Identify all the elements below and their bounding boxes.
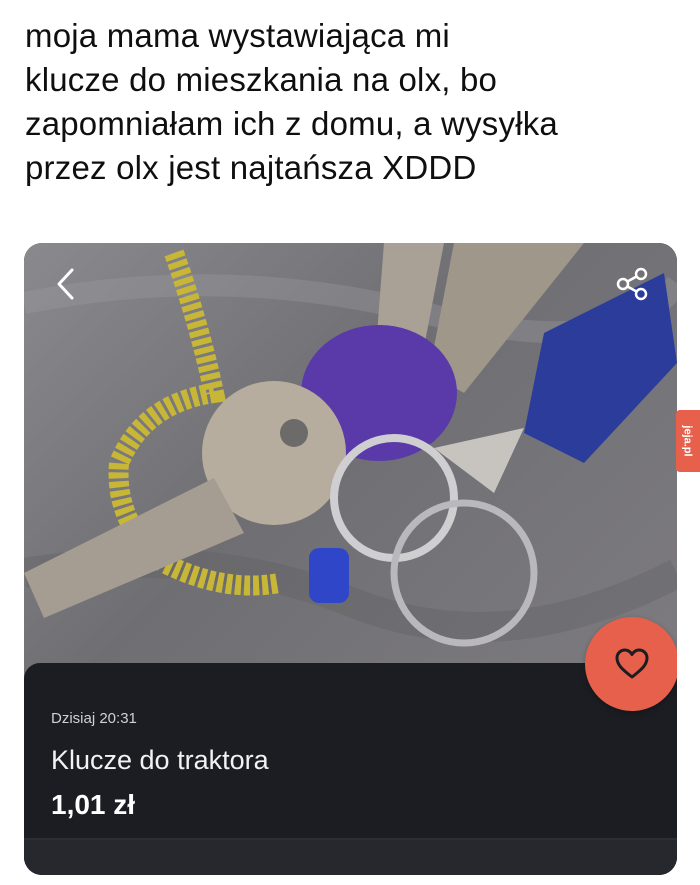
listing-price: 1,01 zł xyxy=(51,789,136,820)
keys-photo xyxy=(24,243,677,647)
listing-card[interactable]: Dzisiaj 20:31 Klucze do traktora 1,01 zł xyxy=(24,243,677,875)
watermark-text: jeja.pl xyxy=(682,425,694,457)
listing-photo[interactable] xyxy=(24,243,677,683)
back-button[interactable] xyxy=(54,267,88,311)
chevron-left-icon xyxy=(57,268,74,300)
listing-title: Klucze do traktora xyxy=(51,745,269,775)
heart-icon xyxy=(615,648,649,679)
listing-date: Dzisiaj 20:31 xyxy=(51,710,137,727)
listing-info: Dzisiaj 20:31 Klucze do traktora 1,01 zł xyxy=(24,663,677,875)
post-caption: moja mama wystawiająca mi klucze do mies… xyxy=(25,17,558,186)
bottom-strip xyxy=(24,840,677,875)
share-button[interactable] xyxy=(615,267,655,307)
share-icon xyxy=(616,267,648,301)
favorite-button[interactable] xyxy=(585,617,677,711)
site-watermark: jeja.pl xyxy=(676,410,700,472)
